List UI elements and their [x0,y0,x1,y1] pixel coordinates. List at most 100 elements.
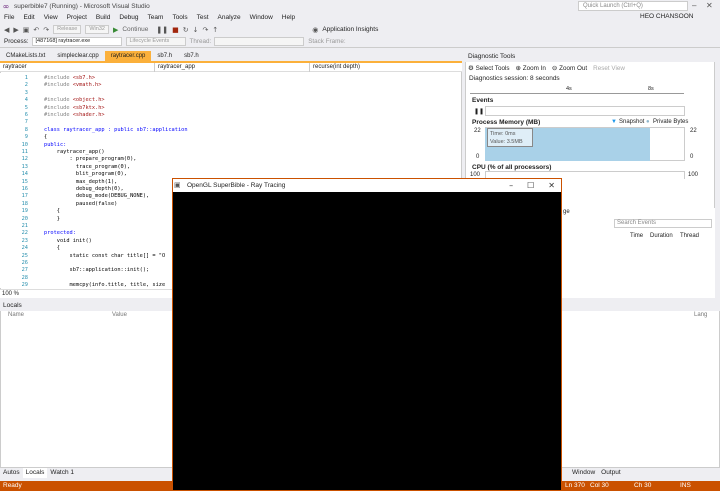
code-line[interactable]: trace_program(0), [44,164,130,170]
step-into-icon[interactable]: ↓ [193,26,199,34]
code-line[interactable]: void init() [44,238,92,244]
code-line[interactable]: debug_depth(0), [44,186,124,192]
undo-icon[interactable]: ↶ [33,26,39,34]
close-icon[interactable]: ✕ [706,1,713,10]
back-icon[interactable]: ◀ [4,26,9,34]
events-header[interactable]: Events [472,97,493,104]
code-line[interactable]: protected: [44,230,76,236]
thread-select[interactable] [214,37,305,46]
right-side-toolbar[interactable] [715,51,720,298]
save-icon[interactable]: ▣ [23,26,30,34]
code-line[interactable]: #include <shader.h> [44,112,105,118]
tab-raytracer[interactable]: raytracer.cpp [104,51,152,61]
process-select[interactable]: [487168] raytracer.exe [31,37,122,46]
code-line[interactable]: #include <vmath.h> [44,82,101,88]
line-number: 17 [21,193,28,200]
quick-launch-input[interactable]: Quick Launch (Ctrl+Q) [578,1,688,11]
menu-debug[interactable]: Debug [119,14,138,21]
tab-sb7-h-2[interactable]: sb7.h [178,51,205,61]
menu-help[interactable]: Help [282,14,295,21]
pause-icon[interactable]: ❚❚ [156,26,168,34]
continue-icon[interactable]: ▶ [113,26,118,34]
minimize-icon[interactable]: – [509,181,513,190]
code-line[interactable]: { [44,208,60,214]
app-insights-button[interactable]: Application Insights [322,26,378,33]
cpu-header[interactable]: CPU (% of all processors) [472,164,551,171]
tab-watch-1[interactable]: Watch 1 [47,468,77,478]
line-number: 6 [24,112,28,118]
zoom-out-button[interactable]: Zoom Out [559,65,587,72]
code-line[interactable]: public: [44,142,66,148]
reset-view-button[interactable]: Reset View [593,65,625,72]
code-line[interactable]: paused(false) [44,201,117,207]
code-line[interactable]: raytracer_app() [44,149,105,155]
step-over-icon[interactable]: ↷ [202,26,208,34]
tab-autos[interactable]: Autos [0,468,23,478]
status-mode: INS [680,482,691,489]
zoom-in-button[interactable]: Zoom In [523,65,546,72]
code-line[interactable]: : prepare_program(0), [44,156,137,162]
select-tools-button[interactable]: Select Tools [476,65,510,72]
menu-test[interactable]: Test [197,14,209,21]
tab-output[interactable]: Output [598,468,624,478]
maximize-icon[interactable]: ☐ [527,181,534,190]
tab-window[interactable]: Window [569,468,598,478]
menu-analyze[interactable]: Analyze [218,14,241,21]
opengl-window[interactable] [172,178,562,491]
code-line[interactable]: #include <sb7.h> [44,75,95,81]
col-name[interactable]: Name [8,312,24,318]
code-line[interactable]: #include <object.h> [44,97,105,103]
col-type[interactable]: Lang [694,312,707,318]
code-line[interactable]: blit_program(0), [44,171,127,177]
menu-build[interactable]: Build [96,14,110,21]
search-events-input[interactable]: Search Events [614,219,712,228]
col-value[interactable]: Value [112,312,127,318]
zoom-in-icon[interactable]: ⊕ [516,65,521,72]
col-thread[interactable]: Thread [680,233,699,239]
tab-locals[interactable]: Locals [22,468,48,478]
code-line[interactable]: static const char title[] = "O [44,253,166,259]
code-line[interactable]: } [44,216,60,222]
col-duration[interactable]: Duration [650,233,673,239]
user-name[interactable]: HEO CHANSOON [640,13,693,20]
code-line[interactable]: { [44,245,60,251]
code-line[interactable]: { [44,134,47,140]
lifecycle-events-select[interactable]: Lifecycle Events [125,37,186,46]
member-select[interactable]: recurse(int depth) [310,63,460,72]
line-number: 12 [21,156,28,163]
restart-icon[interactable]: ↻ [183,26,189,34]
code-line[interactable]: debug_mode(DEBUG_NONE), [44,193,149,199]
code-line[interactable]: #include <sb7ktx.h> [44,105,105,111]
step-out-icon[interactable]: ↑ [212,26,218,34]
menu-file[interactable]: File [4,14,14,21]
minimize-icon[interactable]: – [692,1,696,10]
redo-icon[interactable]: ↷ [43,26,49,34]
zoom-out-icon[interactable]: ⊖ [552,65,557,72]
code-line[interactable]: class raytracer_app : public sb7::applic… [44,127,188,133]
code-line[interactable]: max_depth(1), [44,179,117,185]
code-line[interactable]: memcpy(info.title, title, size [44,282,166,288]
tab-simpleclear[interactable]: simpleclear.cpp [51,51,104,61]
menu-window[interactable]: Window [250,14,273,21]
process-memory-header[interactable]: Process Memory (MB) [472,119,540,126]
continue-button[interactable]: Continue [122,26,148,33]
col-time[interactable]: Time [630,233,643,239]
platform-select[interactable]: Win32 [85,25,109,34]
menu-project[interactable]: Project [67,14,87,21]
menu-edit[interactable]: Edit [23,14,34,21]
tab-cmakelists[interactable]: CMakeLists.txt [0,51,51,61]
events-tab-partial[interactable]: ge [563,209,570,215]
menu-team[interactable]: Team [148,14,164,21]
app-insights-icon[interactable]: ◉ [312,26,318,34]
code-line[interactable]: sb7::application::init(); [44,267,150,273]
config-select[interactable]: Release [53,25,82,34]
project-select[interactable]: raytracer [0,63,155,72]
stop-icon[interactable]: ■ [172,26,179,34]
scope-select[interactable]: raytracer_app [155,63,310,72]
tab-sb7-h[interactable]: sb7.h [151,51,178,61]
close-icon[interactable]: ✕ [548,181,555,190]
gear-icon[interactable]: ⚙ [468,65,474,72]
forward-icon[interactable]: ▶ [13,26,18,34]
menu-tools[interactable]: Tools [172,14,187,21]
menu-view[interactable]: View [44,14,58,21]
